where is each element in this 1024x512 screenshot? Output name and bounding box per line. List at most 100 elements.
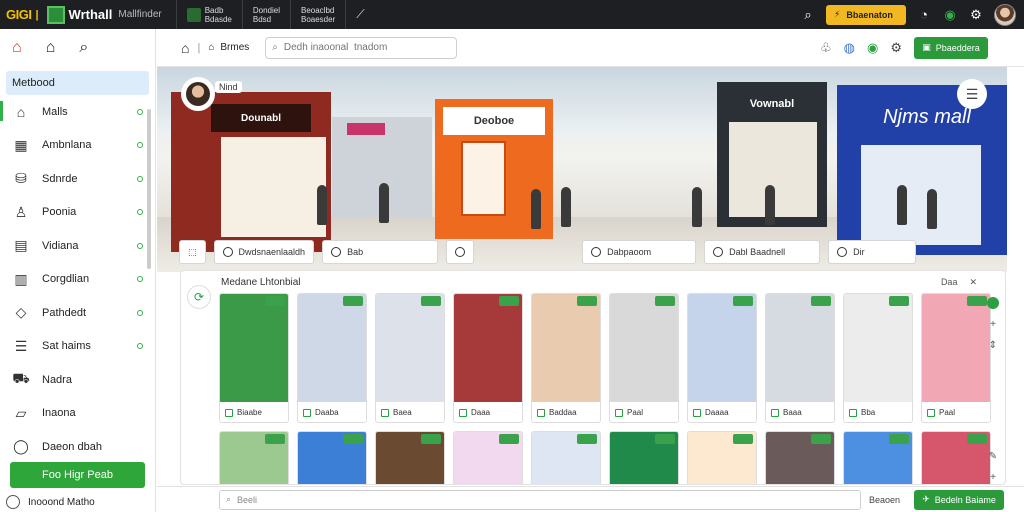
media-card[interactable]: Baddaa [531, 293, 601, 423]
search-icon[interactable]: ⌕ [79, 39, 88, 57]
filter-chip[interactable]: Dabl Baadnell [704, 240, 821, 264]
filter-chip[interactable]: Bab [322, 240, 439, 264]
close-icon[interactable]: ✕ [969, 277, 977, 288]
media-card[interactable] [375, 431, 445, 484]
cancel-button[interactable]: Beaoen [869, 495, 900, 505]
plus-icon[interactable]: + [990, 319, 996, 330]
panel-action-label[interactable]: Daa [941, 277, 958, 288]
sidebar-item-sat-haims[interactable]: ☰ Sat haims [0, 330, 155, 364]
checkbox-icon[interactable] [849, 408, 857, 417]
sidebar-item-daeon-dbah[interactable]: ◯ Daeon dbah [0, 430, 155, 464]
app-logo[interactable]: GIGI | Wrthall Mallfinder [0, 5, 162, 24]
sidebar-item-vidiana[interactable]: ▤ Vidiana [0, 229, 155, 263]
media-card[interactable]: Paal [609, 293, 679, 423]
chat-icon: ◯ [13, 438, 29, 455]
avatar[interactable] [994, 3, 1016, 26]
gallery-icon[interactable]: ⟳ [187, 285, 211, 309]
filter-chip[interactable]: Dir [828, 240, 916, 264]
media-card[interactable] [219, 431, 289, 484]
edit-icon[interactable]: ✎ [989, 451, 997, 462]
sidebar-item-nadra[interactable]: ⛟ Nadra [0, 363, 155, 397]
filter-chip[interactable]: Dwdsnaenlaaldh [213, 240, 315, 264]
sidebar-item-inaona[interactable]: ▱ Inaona [0, 397, 155, 431]
sidebar-item-pathdedt[interactable]: ◇ Pathdedt [0, 296, 155, 330]
media-card[interactable] [921, 431, 991, 484]
media-card[interactable] [765, 431, 835, 484]
search-input[interactable] [283, 42, 434, 53]
checkbox-icon[interactable] [537, 408, 545, 417]
checkbox-icon[interactable] [615, 408, 623, 417]
checkbox-icon[interactable] [303, 408, 311, 417]
status-icon[interactable]: ◉ [942, 7, 958, 23]
drop-icon[interactable]: ◍ [844, 40, 855, 56]
gear-icon[interactable]: ⚙ [890, 40, 902, 56]
media-card[interactable] [297, 431, 367, 484]
checkbox-icon[interactable] [771, 408, 779, 417]
media-card[interactable] [687, 431, 757, 484]
menu-icon[interactable]: ☰ [957, 79, 987, 109]
house-icon[interactable]: ⌂ [46, 39, 56, 57]
home-icon[interactable]: ⌂ [12, 39, 22, 57]
sidebar: ⌂ ⌂ ⌕ Metbood ⌂ Malls ▦ Ambnlana ⛁ Sdnrd… [0, 29, 156, 512]
media-card[interactable] [609, 431, 679, 484]
upgrade-button[interactable]: ⚡ Bbaenaton [826, 4, 906, 25]
media-card[interactable] [453, 431, 523, 484]
avatar[interactable] [181, 77, 215, 111]
chip-pin[interactable]: ⬚ [179, 240, 206, 264]
search-field[interactable]: ⌕ [265, 36, 458, 59]
sidebar-item-poonia[interactable]: ♙ Poonia [0, 196, 155, 230]
chevron-up-down-icon[interactable]: ⇕ [989, 340, 997, 351]
media-card[interactable]: Baaa [765, 293, 835, 423]
kiosk-sign: Deoboe [443, 107, 545, 135]
plus-icon[interactable]: + [990, 472, 996, 483]
filter-chip-icon[interactable] [446, 240, 475, 264]
top-nav-item-2[interactable]: Dondiel Bdsd [241, 0, 290, 29]
breadcrumb-label: Brmes [220, 42, 250, 53]
breadcrumb[interactable]: ⌂ Brmes [208, 42, 249, 53]
card-label: Baddaa [549, 408, 577, 417]
bell-icon[interactable]: ♧ [820, 40, 832, 56]
checkbox-icon[interactable] [225, 408, 233, 417]
sidebar-item-sdnrde[interactable]: ⛁ Sdnrde [0, 162, 155, 196]
top-nav-item-3[interactable]: Beoaclbd Boaesder [290, 0, 345, 29]
checkbox-icon[interactable] [927, 408, 935, 417]
media-card[interactable]: Daaaa [687, 293, 757, 423]
media-card[interactable]: Biaabe [219, 293, 289, 423]
sidebar-cta-button[interactable]: Foo Higr Peab [10, 462, 145, 488]
home-icon[interactable]: ⌂ [181, 40, 189, 56]
card-thumbnail [220, 432, 288, 484]
media-card[interactable]: Daaba [297, 293, 367, 423]
sidebar-item-label: Metbood [12, 77, 55, 89]
sidebar-item-corgdlian[interactable]: ▥ Corgdlian [0, 263, 155, 297]
media-card[interactable]: Bba [843, 293, 913, 423]
checkbox-icon[interactable] [381, 408, 389, 417]
filter-chips: ⬚ Dwdsnaenlaaldh Bab Dabpaoom Dabl Baadn… [179, 240, 916, 264]
panel-title: Medane Lhtonbial [221, 277, 301, 288]
media-card[interactable]: Daaa [453, 293, 523, 423]
media-card[interactable] [843, 431, 913, 484]
submit-button[interactable]: ✈ Bedeln Baiame [914, 489, 1005, 510]
top-nav-item-1[interactable]: Badb Bdasde [175, 0, 242, 29]
sidebar-item-metbood[interactable]: Metbood [6, 71, 149, 95]
sidebar-item-ambnlana[interactable]: ▦ Ambnlana [0, 129, 155, 163]
chat-icon[interactable]: ◔ [916, 7, 932, 23]
media-card[interactable]: Baea [375, 293, 445, 423]
card-thumbnail [844, 432, 912, 484]
sidebar-item-malls[interactable]: ⌂ Malls [0, 95, 155, 129]
sidebar-footer[interactable]: Inooond Matho [6, 495, 95, 509]
media-card[interactable] [531, 431, 601, 484]
status-icon[interactable] [987, 297, 999, 309]
filter-chip[interactable]: Dabpaoom [582, 240, 697, 264]
checkbox-icon[interactable] [693, 408, 701, 417]
media-card[interactable]: Paal [921, 293, 991, 423]
card-badge [499, 434, 519, 444]
message-input[interactable]: ⌕ Beeli [219, 489, 861, 510]
search-icon[interactable]: ⌕ [800, 7, 816, 23]
trend-icon[interactable]: ⟋ [345, 0, 374, 29]
gear-icon[interactable]: ⚙ [968, 7, 984, 23]
sidebar-scrollbar[interactable] [147, 109, 151, 269]
card-badge [421, 296, 441, 306]
publish-button[interactable]: ▣ Pbaeddera [914, 36, 988, 59]
status-icon[interactable]: ◉ [867, 40, 878, 56]
checkbox-icon[interactable] [459, 408, 467, 417]
